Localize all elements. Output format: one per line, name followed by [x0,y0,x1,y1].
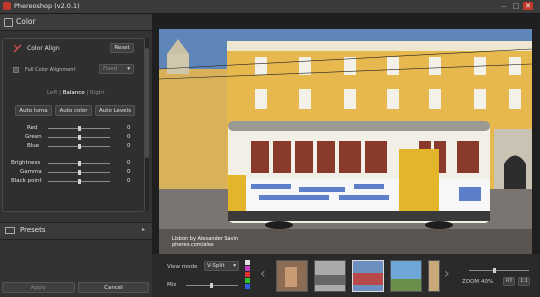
black-point-slider-thumb[interactable] [78,179,81,184]
black-point-value: 0 [127,178,131,184]
thumbnail-image [429,261,439,291]
photo-preview[interactable]: Lisbon by Alexander Savin phereo.com/ale… [159,29,532,256]
presets-section-header[interactable]: Presets ▸ [0,222,152,240]
color-swatch[interactable] [245,266,250,271]
auto-levels-button[interactable]: Auto Levels [95,105,135,116]
balance-separator: | [59,90,61,96]
zoom-slider-thumb[interactable] [493,268,496,273]
balance-separator: | [86,90,89,96]
balance-toggle: Left | Balance | Right [47,90,105,96]
maximize-button[interactable]: □ [511,2,521,10]
color-icon [4,18,13,27]
photo-caption-url: phereo.com/alex [172,242,214,248]
color-section-header[interactable]: Color [0,14,152,31]
green-slider-thumb[interactable] [78,135,81,140]
chevron-right-icon[interactable]: › [444,266,450,282]
gamma-value: 0 [127,169,131,175]
tram-photo [159,29,532,256]
alignment-mode-value: Fixed [103,66,118,72]
thumbnail-1[interactable] [276,260,308,292]
red-label: Red [27,125,38,131]
minimize-button[interactable]: ‒ [499,2,509,10]
fit-button[interactable]: FIT [503,277,515,286]
full-alignment-checkbox[interactable] [13,67,19,73]
view-mode-select[interactable]: V-Split ▾ [204,261,239,271]
blue-slider-thumb[interactable] [78,144,81,149]
balance-right-option[interactable]: Right [90,90,104,96]
close-button[interactable]: ✕ [523,2,533,10]
color-controls: Color Align Reset Full Color Alignment F… [2,38,145,212]
zoom-value: 40% [481,279,494,285]
color-align-label: Color Align [27,45,60,52]
brightness-value: 0 [127,160,131,166]
thumbnail-image [315,261,345,291]
adjustments-panel: Color Color Align Reset Full Color Align… [0,14,152,297]
black-point-label: Black point [11,178,42,184]
color-swatch[interactable] [245,284,250,289]
auto-luma-button[interactable]: Auto luma [15,105,52,116]
brightness-label: Brightness [11,160,41,166]
view-mode-label: View mode [167,264,198,270]
thumbnail-image [353,261,383,291]
zoom-label: ZOOM [462,279,480,285]
green-label: Green [25,134,42,140]
green-value: 0 [127,134,131,140]
brightness-slider[interactable] [48,161,110,166]
red-value: 0 [127,125,131,131]
color-swatch[interactable] [245,260,250,265]
color-header-label: Color [16,17,36,26]
gamma-slider-thumb[interactable] [78,170,81,175]
balance-left-option[interactable]: Left [47,90,57,96]
green-slider[interactable] [48,135,110,140]
blue-slider[interactable] [48,144,110,149]
chevron-down-icon: ▾ [233,263,236,269]
color-swatch[interactable] [245,278,250,283]
gamma-slider[interactable] [48,170,110,175]
panel-scrollbar[interactable] [145,38,149,210]
black-point-slider[interactable] [48,179,110,184]
thumbnail-5[interactable] [428,260,440,292]
red-slider[interactable] [48,126,110,131]
title-bar: Phereoshop (v2.0.1) ‒ □ ✕ [0,0,540,14]
reset-button[interactable]: Reset [110,43,134,53]
one-to-one-button[interactable]: 1:1 [518,277,530,286]
mix-slider-thumb[interactable] [210,283,213,288]
alignment-mode-select[interactable]: Fixed ▾ [99,64,134,74]
presets-label: Presets [20,226,46,234]
thumbnail-image [391,261,421,291]
thumbnail-3-selected[interactable] [352,260,384,292]
color-swatches [245,260,250,289]
red-slider-thumb[interactable] [78,126,81,131]
blue-value: 0 [127,143,131,149]
window-title: Phereoshop (v2.0.1) [14,2,80,10]
scrollbar-thumb[interactable] [145,48,149,158]
full-alignment-label: Full Color Alignment [25,67,76,73]
chevron-left-icon[interactable]: ‹ [260,266,266,282]
auto-color-button[interactable]: Auto color [55,105,92,116]
thumbnail-2[interactable] [314,260,346,292]
app-icon [3,2,11,10]
presets-icon [5,227,15,234]
thumbnail-4[interactable] [390,260,422,292]
cancel-button[interactable]: Cancel [78,282,149,293]
zoom-slider[interactable] [469,268,529,273]
mix-label: Mix [167,282,177,288]
bottom-toolbar: View mode V-Split ▾ Mix ‹ › ZOOM 40% FIT… [152,254,540,297]
expand-arrow-icon: ▸ [142,226,146,233]
thumbnail-image [277,261,307,291]
chevron-down-icon: ▾ [127,66,130,72]
color-align-icon [13,44,22,53]
gamma-label: Gamma [20,169,42,175]
apply-button[interactable]: Apply [2,282,75,293]
balance-center-option[interactable]: Balance [63,90,85,96]
view-mode-value: V-Split [207,263,225,269]
brightness-slider-thumb[interactable] [78,161,81,166]
blue-label: Blue [27,143,40,149]
mix-slider[interactable] [186,283,238,288]
color-swatch[interactable] [245,272,250,277]
